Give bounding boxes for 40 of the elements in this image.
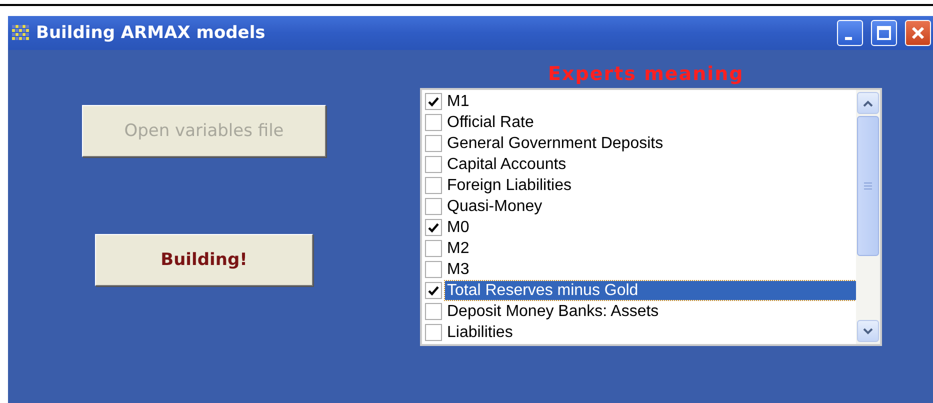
list-item[interactable]: Total Reserves minus Gold bbox=[445, 281, 856, 300]
list-item[interactable]: Deposit Money Banks: Assets bbox=[445, 302, 661, 321]
scroll-up-button[interactable] bbox=[857, 92, 879, 114]
chevron-down-icon bbox=[863, 328, 873, 334]
maximize-icon bbox=[877, 26, 891, 40]
list-item[interactable]: Quasi-Money bbox=[445, 197, 544, 216]
grip-icon bbox=[864, 182, 872, 190]
app-icon bbox=[12, 25, 30, 41]
minimize-icon bbox=[844, 36, 852, 40]
maximize-button[interactable] bbox=[871, 20, 897, 46]
list-item[interactable]: M0 bbox=[445, 218, 472, 237]
checkbox[interactable] bbox=[425, 135, 442, 152]
close-icon bbox=[911, 26, 925, 40]
checkbox[interactable] bbox=[425, 324, 442, 341]
list-item[interactable]: Capital Accounts bbox=[445, 155, 568, 174]
list-item[interactable]: M3 bbox=[445, 260, 472, 279]
list-item[interactable]: M1 bbox=[445, 92, 472, 111]
checkbox[interactable] bbox=[425, 198, 442, 215]
window-title: Building ARMAX models bbox=[36, 23, 266, 43]
checkbox[interactable] bbox=[425, 219, 442, 236]
chevron-up-icon bbox=[863, 100, 873, 106]
build-button[interactable]: Building! bbox=[95, 234, 313, 286]
checkbox[interactable] bbox=[425, 156, 442, 173]
checkbox[interactable] bbox=[425, 114, 442, 131]
minimize-button[interactable] bbox=[837, 20, 863, 46]
checkbox[interactable] bbox=[425, 303, 442, 320]
list-item[interactable]: Foreign Liabilities bbox=[445, 176, 574, 195]
list-item[interactable]: Liabilities bbox=[445, 323, 515, 342]
checkbox[interactable] bbox=[425, 177, 442, 194]
scroll-thumb[interactable] bbox=[857, 116, 879, 256]
list-item[interactable]: Official Rate bbox=[445, 113, 536, 132]
list-title: Experts meaning bbox=[548, 62, 744, 86]
list-item[interactable]: M2 bbox=[445, 239, 472, 258]
checkbox[interactable] bbox=[425, 93, 442, 110]
checkbox[interactable] bbox=[425, 261, 442, 278]
close-button[interactable] bbox=[905, 20, 931, 46]
checkbox[interactable] bbox=[425, 282, 442, 299]
checkbox[interactable] bbox=[425, 240, 442, 257]
scroll-down-button[interactable] bbox=[857, 320, 879, 342]
list-item[interactable]: General Government Deposits bbox=[445, 134, 666, 153]
